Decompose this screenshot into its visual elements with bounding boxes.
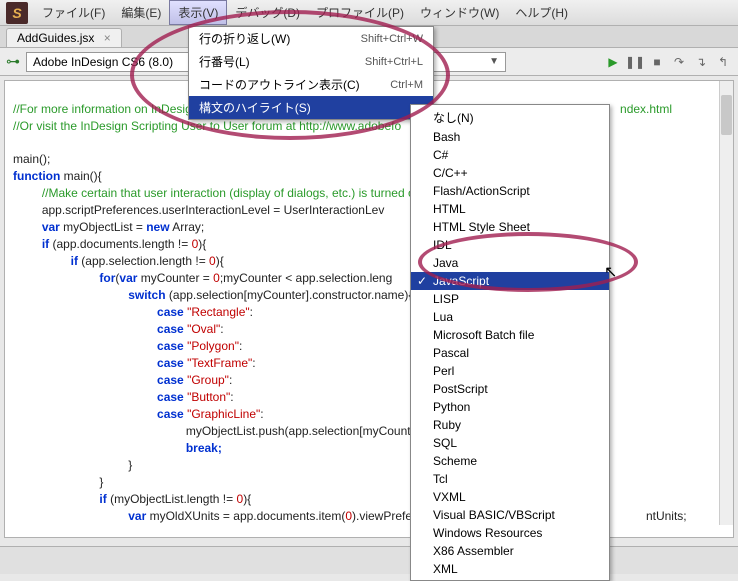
syntax-item-sql[interactable]: SQL: [411, 434, 609, 452]
syntax-item-visual-basic-vbscript[interactable]: Visual BASIC/VBScript: [411, 506, 609, 524]
menu-line-numbers[interactable]: 行番号(L) Shift+Ctrl+L: [189, 50, 433, 73]
menu-file[interactable]: ファイル(F): [34, 0, 113, 25]
syntax-item-java[interactable]: Java: [411, 254, 609, 272]
syntax-item-pascal[interactable]: Pascal: [411, 344, 609, 362]
run-button[interactable]: ▶: [604, 53, 622, 71]
syntax-item-html-style-sheet[interactable]: HTML Style Sheet: [411, 218, 609, 236]
syntax-item-bash[interactable]: Bash: [411, 128, 609, 146]
tab-label: AddGuides.jsx: [17, 31, 94, 45]
syntax-item-c-[interactable]: C#: [411, 146, 609, 164]
scrollbar-thumb[interactable]: [721, 95, 732, 135]
syntax-item-vxml[interactable]: VXML: [411, 488, 609, 506]
syntax-item-tcl[interactable]: Tcl: [411, 470, 609, 488]
step-out-button[interactable]: ↰: [714, 53, 732, 71]
syntax-item-ruby[interactable]: Ruby: [411, 416, 609, 434]
step-into-button[interactable]: ↴: [692, 53, 710, 71]
menu-window[interactable]: ウィンドウ(W): [412, 0, 507, 25]
run-controls: ▶ ❚❚ ■ ↷ ↴ ↰: [604, 53, 732, 71]
menubar: S ファイル(F) 編集(E) 表示(V) デバッグ(D) プロファイル(P) …: [0, 0, 738, 26]
step-over-button[interactable]: ↷: [670, 53, 688, 71]
syntax-item-microsoft-batch-file[interactable]: Microsoft Batch file: [411, 326, 609, 344]
syntax-item-idl[interactable]: IDL: [411, 236, 609, 254]
tab-close-icon[interactable]: ×: [104, 31, 111, 45]
code-editor[interactable]: //For more information on InDesign scrip…: [4, 80, 734, 538]
menu-code-collapse[interactable]: コードのアウトライン表示(C) Ctrl+M: [189, 73, 433, 96]
link-icon: ⊶: [6, 53, 20, 70]
syntax-item-postscript[interactable]: PostScript: [411, 380, 609, 398]
syntax-item-javascript[interactable]: JavaScript: [411, 272, 609, 290]
chevron-down-icon: ▼: [489, 56, 499, 67]
syntax-item--n-[interactable]: なし(N): [411, 107, 609, 128]
syntax-item-perl[interactable]: Perl: [411, 362, 609, 380]
syntax-item-scheme[interactable]: Scheme: [411, 452, 609, 470]
syntax-item-lisp[interactable]: LISP: [411, 290, 609, 308]
menu-edit[interactable]: 編集(E): [113, 0, 169, 25]
menu-syntax-highlight[interactable]: 構文のハイライト(S): [189, 96, 433, 119]
syntax-item-c-c-[interactable]: C/C++: [411, 164, 609, 182]
stop-button[interactable]: ■: [648, 53, 666, 71]
syntax-submenu: なし(N)BashC#C/C++Flash/ActionScriptHTMLHT…: [410, 104, 610, 581]
menu-debug[interactable]: デバッグ(D): [227, 0, 308, 25]
pause-button[interactable]: ❚❚: [626, 53, 644, 71]
menu-view[interactable]: 表示(V): [169, 0, 227, 25]
view-dropdown: 行の折り返し(W) Shift+Ctrl+W 行番号(L) Shift+Ctrl…: [188, 26, 434, 120]
menu-help[interactable]: ヘルプ(H): [507, 0, 576, 25]
syntax-item-lua[interactable]: Lua: [411, 308, 609, 326]
syntax-item-html[interactable]: HTML: [411, 200, 609, 218]
statusbar: [0, 546, 738, 574]
vertical-scrollbar[interactable]: [719, 81, 733, 525]
menu-word-wrap[interactable]: 行の折り返し(W) Shift+Ctrl+W: [189, 27, 433, 50]
code-content: //For more information on InDesign scrip…: [5, 81, 733, 538]
menu-profile[interactable]: プロファイル(P): [308, 0, 412, 25]
syntax-item-python[interactable]: Python: [411, 398, 609, 416]
syntax-item-windows-resources[interactable]: Windows Resources: [411, 524, 609, 542]
target-label: Adobe InDesign CS6 (8.0): [33, 55, 173, 69]
app-logo: S: [6, 2, 28, 24]
tab-addguides[interactable]: AddGuides.jsx ×: [6, 28, 122, 47]
syntax-item-xml[interactable]: XML: [411, 560, 609, 578]
syntax-item-flash-actionscript[interactable]: Flash/ActionScript: [411, 182, 609, 200]
syntax-item-x86-assembler[interactable]: X86 Assembler: [411, 542, 609, 560]
